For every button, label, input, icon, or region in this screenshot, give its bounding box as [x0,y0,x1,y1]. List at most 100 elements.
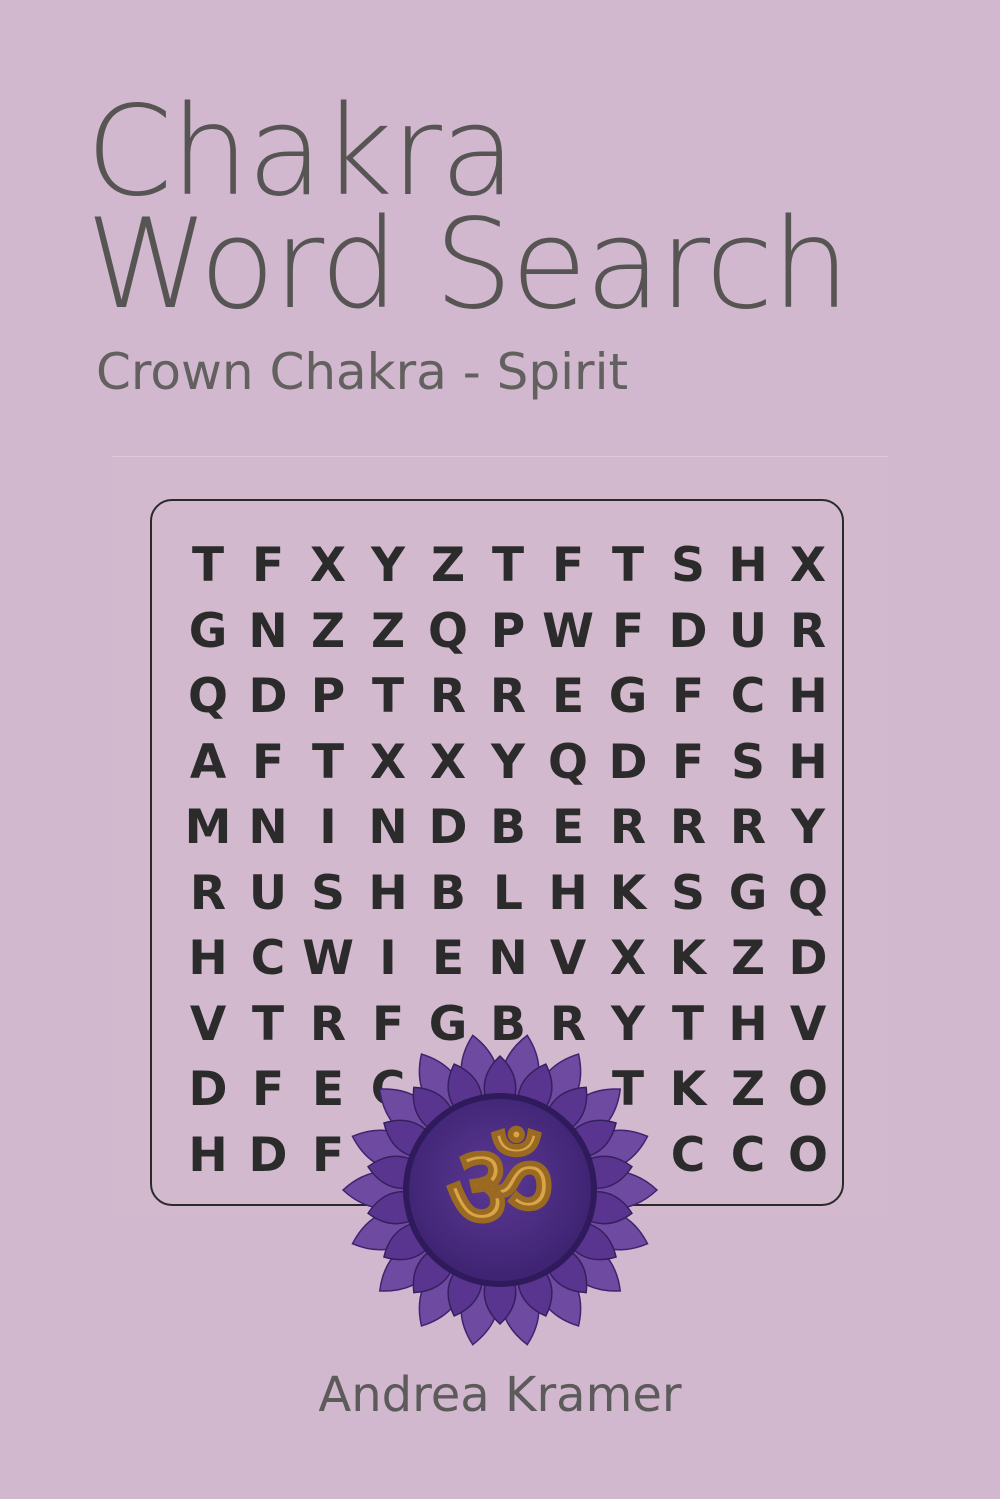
grid-letter: X [789,538,827,594]
grid-letter: L [493,865,523,921]
grid-letter: S [671,538,705,594]
grid-letter: E [551,669,585,725]
grid-letter: T [671,996,705,1052]
grid-letter: D [668,603,708,659]
grid-letter: Z [310,603,346,659]
grid-letter: F [611,603,645,659]
grid-letter: D [248,669,288,725]
grid-letter: V [189,996,227,1052]
grid-letter: R [189,865,227,921]
grid-letter: S [671,865,705,921]
grid-letter: X [309,538,347,594]
grid-letter: T [491,538,525,594]
grid-letter: R [429,669,467,725]
grid-letter: U [248,865,288,921]
grid-letter: W [302,931,354,987]
grid-letter: A [189,734,227,790]
grid-letter: D [188,1062,228,1118]
grid-letter: P [490,603,526,659]
grid-letter: H [548,865,588,921]
grid-letter: H [188,1127,228,1183]
grid-letter: H [788,669,828,725]
grid-letter: N [368,800,408,856]
grid-letter: K [669,1062,707,1118]
grid-letter: Q [428,603,468,659]
book-subtitle: Crown Chakra - Spirit [96,343,629,401]
grid-letter: U [728,603,768,659]
grid-letter: R [669,800,707,856]
grid-letter: H [728,996,768,1052]
grid-letter: D [788,931,828,987]
book-title: Chakra Word Search [86,90,850,337]
grid-letter: O [788,1127,828,1183]
grid-letter: B [490,800,526,856]
grid-letter: I [379,931,397,987]
grid-letter: F [251,734,285,790]
grid-letter: N [248,603,288,659]
grid-letter: S [731,734,765,790]
grid-letter: Q [788,865,828,921]
grid-letter: X [369,734,407,790]
grid-letter: K [669,931,707,987]
grid-letter: O [788,1062,828,1118]
grid-letter: Y [370,538,406,594]
grid-letter: X [609,931,647,987]
grid-letter: X [429,734,467,790]
grid-letter: B [430,865,466,921]
grid-letter: K [609,865,647,921]
grid-letter: Y [790,800,826,856]
grid-letter: T [611,538,645,594]
om-icon: ॐ [446,1118,554,1256]
grid-letter: Z [730,1062,766,1118]
grid-letter: I [319,800,337,856]
grid-letter: T [191,538,225,594]
grid-letter: T [371,669,405,725]
grid-letter: Z [370,603,406,659]
title-line-word-search: Word Search [86,193,850,337]
grid-letter: Q [188,669,228,725]
grid-letter: E [431,931,465,987]
grid-letter: Q [548,734,588,790]
crown-chakra-lotus-icon: ॐ [341,1034,659,1346]
grid-letter: C [730,1127,766,1183]
grid-letter: Y [490,734,526,790]
grid-letter: H [788,734,828,790]
grid-letter: D [608,734,648,790]
grid-letter: G [728,865,768,921]
grid-letter: F [671,669,705,725]
grid-letter: H [728,538,768,594]
grid-letter: T [251,996,285,1052]
grid-letter: T [311,734,345,790]
author-name: Andrea Kramer [318,1367,682,1423]
grid-letter: C [670,1127,706,1183]
grid-letter: W [542,603,594,659]
grid-letter: Z [730,931,766,987]
grid-letter: Z [430,538,466,594]
grid-letter: F [671,734,705,790]
grid-letter: R [609,800,647,856]
grid-letter: V [789,996,827,1052]
grid-letter: H [368,865,408,921]
grid-letter: F [251,538,285,594]
grid-letter: P [310,669,346,725]
grid-letter: C [730,669,766,725]
grid-letter: E [551,800,585,856]
grid-letter: R [789,603,827,659]
grid-letter: R [489,669,527,725]
grid-letter: D [248,1127,288,1183]
grid-letter: F [251,1062,285,1118]
grid-letter: G [608,669,648,725]
grid-letter: M [184,800,232,856]
book-cover: Chakra Word Search Crown Chakra - Spirit… [0,0,1000,1499]
grid-letter: G [188,603,228,659]
grid-letter: C [250,931,286,987]
grid-letter: V [549,931,587,987]
grid-letter: N [248,800,288,856]
grid-letter: R [729,800,767,856]
grid-letter: H [188,931,228,987]
crown-chakra-emblem: ॐ [341,1032,659,1348]
grid-letter: F [551,538,585,594]
grid-letter: D [428,800,468,856]
grid-letter: N [488,931,528,987]
grid-letter: S [311,865,345,921]
